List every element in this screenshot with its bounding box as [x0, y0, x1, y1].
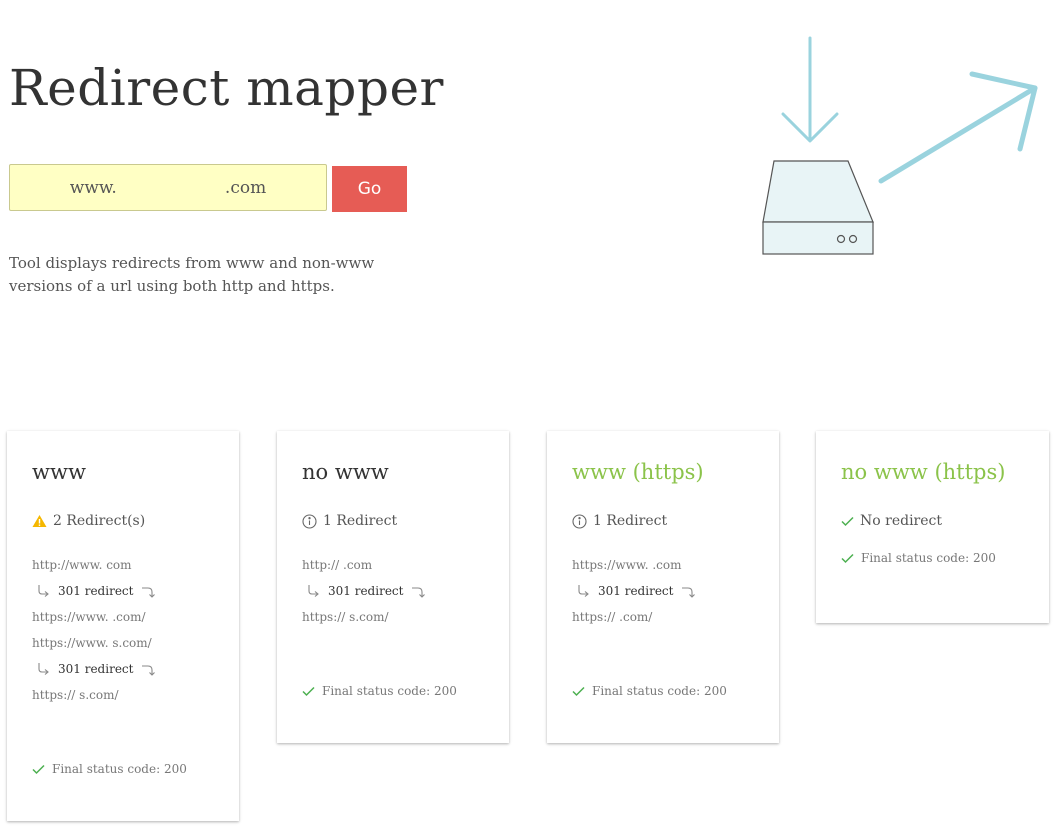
result-card-www: www 2 Redirect(s) http://www. com 301 re…	[7, 431, 239, 821]
url-input[interactable]	[9, 164, 327, 211]
tool-description: Tool displays redirects from www and non…	[9, 254, 375, 295]
redirect-chain: https://www. .com 301 redirect https:// …	[572, 552, 754, 630]
chain-url: https:// s.com/	[302, 610, 389, 624]
final-status: Final status code: 200	[841, 548, 1024, 568]
chain-redirect: 301 redirect	[572, 578, 754, 604]
result-card-www-https: www (https) 1 Redirect https://www. .com…	[547, 431, 779, 743]
card-title: www	[32, 460, 86, 484]
summary-text: 1 Redirect	[323, 513, 398, 529]
redirect-summary: 1 Redirect	[302, 510, 484, 532]
page: Redirect mapper Go Tool displays redirec…	[0, 0, 1059, 827]
curved-arrow-return-icon	[411, 584, 426, 598]
result-card-no-www: no www 1 Redirect http:// .com 301 redir…	[277, 431, 509, 743]
chain-url: https://www. .com/	[32, 610, 146, 624]
chain-url: https:// .com/	[572, 610, 653, 624]
curved-arrow-return-icon	[141, 584, 156, 598]
final-status-text: Final status code: 200	[861, 551, 996, 565]
chain-redirect: 301 redirect	[32, 656, 214, 682]
server-icon	[762, 160, 874, 255]
final-status-text: Final status code: 200	[322, 684, 457, 698]
warning-icon	[32, 514, 47, 528]
info-icon	[302, 513, 317, 529]
card-title: www (https)	[572, 460, 704, 484]
curved-arrow-return-icon	[681, 584, 696, 598]
curved-arrow-down-icon	[576, 584, 590, 598]
redirect-summary: 1 Redirect	[572, 510, 754, 532]
info-icon	[572, 513, 587, 529]
redirect-chain: http://www. com 301 redirect https://www…	[32, 552, 214, 708]
redirect-summary: 2 Redirect(s)	[32, 510, 214, 532]
card-title: no www	[302, 460, 389, 484]
final-status-text: Final status code: 200	[52, 762, 187, 776]
server-redirect-illustration	[762, 36, 1038, 255]
go-button[interactable]: Go	[332, 166, 407, 212]
chain-url: https:// s.com/	[32, 688, 119, 702]
curved-arrow-down-icon	[36, 584, 50, 598]
final-status: Final status code: 200	[32, 759, 187, 779]
result-card-no-www-https: no www (https) No redirect Final status …	[816, 431, 1049, 623]
redirect-label: 301 redirect	[598, 584, 674, 598]
final-status-text: Final status code: 200	[592, 684, 727, 698]
chain-url: https://www. .com	[572, 558, 682, 572]
up-right-arrow-icon	[878, 71, 1038, 184]
curved-arrow-down-icon	[36, 662, 50, 676]
check-icon	[841, 553, 854, 564]
summary-text: No redirect	[860, 513, 942, 529]
chain-url: http://www. com	[32, 558, 132, 572]
summary-text: 2 Redirect(s)	[53, 513, 146, 529]
curved-arrow-return-icon	[141, 662, 156, 676]
redirect-label: 301 redirect	[58, 662, 134, 676]
page-title: Redirect mapper	[9, 59, 444, 117]
final-status: Final status code: 200	[572, 681, 727, 701]
redirect-summary: No redirect	[841, 510, 1024, 532]
summary-text: 1 Redirect	[593, 513, 668, 529]
card-title: no www (https)	[841, 460, 1006, 484]
chain-redirect: 301 redirect	[302, 578, 484, 604]
check-icon	[841, 516, 854, 527]
redirect-label: 301 redirect	[328, 584, 404, 598]
chain-redirect: 301 redirect	[32, 578, 214, 604]
check-icon	[302, 686, 315, 697]
curved-arrow-down-icon	[306, 584, 320, 598]
check-icon	[32, 764, 45, 775]
chain-url: http:// .com	[302, 558, 373, 572]
check-icon	[572, 686, 585, 697]
redirect-label: 301 redirect	[58, 584, 134, 598]
redirect-chain: http:// .com 301 redirect https:// s.com…	[302, 552, 484, 630]
final-status: Final status code: 200	[302, 681, 457, 701]
down-arrow-icon	[781, 36, 839, 143]
chain-url: https://www. s.com/	[32, 636, 152, 650]
